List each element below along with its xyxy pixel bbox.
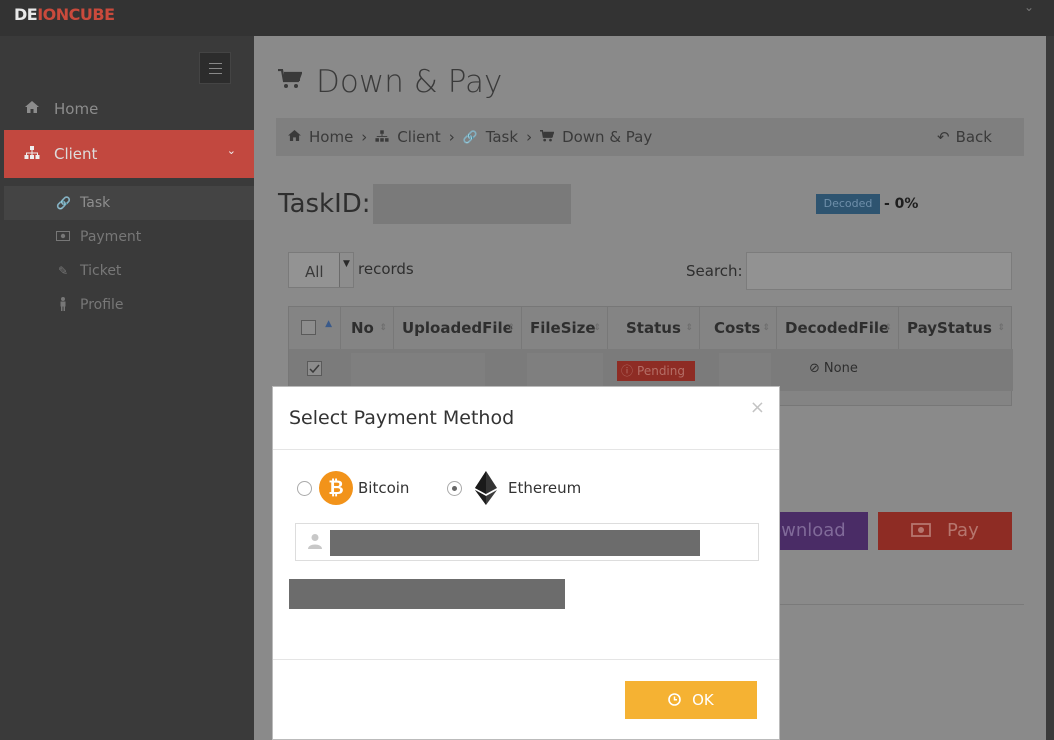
ethereum-label[interactable]: Ethereum — [508, 479, 581, 497]
dropdown-arrow-icon: ▼ — [339, 253, 353, 287]
filesize-cell-redacted — [527, 353, 603, 387]
status-badge: ⓘ Pending — [617, 361, 695, 381]
modal-footer-divider — [273, 659, 779, 660]
wallet-address-redacted — [330, 530, 700, 556]
home-icon — [288, 130, 301, 144]
sidebar-subitem-profile[interactable]: Profile — [4, 288, 254, 322]
user-icon — [308, 533, 322, 553]
sort-icon: ⇕ — [593, 323, 601, 333]
select-all-checkbox[interactable] — [301, 320, 316, 335]
sort-icon: ⇕ — [884, 323, 892, 333]
sidebar-subitem-label: Ticket — [80, 263, 122, 279]
ethereum-radio[interactable] — [447, 481, 462, 496]
link-icon: 🔗 — [56, 196, 71, 210]
table-header-costs[interactable]: Costs ⇕ — [700, 307, 777, 349]
sidebar-subitem-label: Profile — [80, 297, 124, 313]
task-id-label: TaskID: — [278, 189, 371, 219]
wallet-address-field[interactable] — [295, 523, 759, 561]
cart-icon — [540, 129, 555, 145]
payment-method-modal: Select Payment Method × ₿ Bitcoin Ethere… — [272, 386, 780, 740]
sort-icon: ⇕ — [997, 323, 1005, 333]
sidebar-item-home[interactable]: Home — [4, 88, 254, 130]
sidebar-subitem-payment[interactable]: Payment — [4, 220, 254, 254]
task-id-row: TaskID: — [278, 184, 571, 224]
table-header-decodedfile[interactable]: DecodedFile ⇕ — [777, 307, 899, 349]
money-icon — [911, 520, 937, 541]
page-title: Down & Pay — [278, 64, 502, 100]
task-id-value-redacted — [372, 184, 571, 224]
table-header-select[interactable]: ▲ — [289, 307, 341, 349]
costs-cell-redacted — [719, 353, 771, 387]
table-header-uploadedfile[interactable]: UploadedFile ⇕ — [394, 307, 522, 349]
sidebar-subitem-ticket[interactable]: ✎ Ticket — [4, 254, 254, 288]
sort-icon: ⇕ — [762, 323, 770, 333]
edit-icon: ✎ — [57, 264, 69, 278]
sidebar-subitem-label: Task — [80, 195, 111, 211]
table-header-paystatus[interactable]: PayStatus ⇕ — [899, 307, 1011, 349]
modal-title: Select Payment Method — [289, 407, 515, 429]
sidebar-item-label: Home — [54, 100, 99, 118]
chevron-down-icon[interactable]: ⌄ — [1024, 0, 1034, 14]
sort-asc-icon: ▲ — [325, 319, 332, 329]
sidebar-item-client[interactable]: Client ⌄ — [4, 130, 254, 178]
decodedfile-cell: ⊘ None — [809, 361, 858, 376]
cart-icon — [278, 68, 303, 95]
breadcrumb-separator: › — [448, 128, 455, 146]
ok-button[interactable]: OK — [625, 681, 757, 719]
sitemap-icon — [375, 129, 389, 145]
brand-logo[interactable]: DEIONCUBE — [14, 5, 115, 24]
reply-icon: ↶ — [937, 128, 950, 146]
sort-icon: ⇕ — [507, 323, 515, 333]
ethereum-icon — [475, 471, 497, 509]
decoded-percent: - 0% — [884, 196, 919, 212]
sidebar-item-label: Client — [54, 145, 98, 163]
records-label: records — [358, 260, 414, 278]
bitcoin-icon: ₿ — [319, 471, 353, 505]
table-row[interactable]: ⓘ Pending ⊘ None — [289, 349, 1013, 391]
back-link[interactable]: ↶ Back — [937, 128, 992, 146]
clock-icon — [668, 691, 686, 709]
search-input[interactable] — [746, 252, 1012, 290]
sidebar: Home Client ⌄ 🔗 Task Payment ✎ Ticket Pr… — [4, 36, 254, 740]
breadcrumb: Home › Client › 🔗 Task › Down & Pay ↶ Ba… — [276, 118, 1024, 156]
decoded-badge: Decoded — [816, 194, 880, 214]
breadcrumb-current: Down & Pay — [562, 128, 653, 146]
search-label: Search: — [686, 262, 743, 280]
row-checkbox[interactable] — [307, 361, 322, 376]
chevron-down-icon: ⌄ — [226, 144, 236, 157]
sort-icon: ⇕ — [685, 323, 693, 333]
uploadedfile-cell-redacted — [351, 353, 485, 387]
breadcrumb-separator: › — [526, 128, 533, 146]
person-icon — [56, 296, 70, 314]
modal-header-divider — [273, 449, 779, 450]
page-title-text: Down & Pay — [316, 64, 503, 100]
records-length-select[interactable]: All ▼ — [288, 252, 354, 288]
top-bar: DEIONCUBE ⌄ — [0, 0, 1054, 36]
breadcrumb-task[interactable]: Task — [486, 128, 518, 146]
table-header-status[interactable]: Status ⇕ — [608, 307, 700, 349]
alert-icon: ⓘ — [621, 364, 634, 378]
breadcrumb-client[interactable]: Client — [397, 128, 440, 146]
bitcoin-radio[interactable] — [297, 481, 312, 496]
menu-toggle-button[interactable] — [199, 52, 231, 84]
table-header-filesize[interactable]: FileSize ⇕ — [522, 307, 608, 349]
close-icon[interactable]: × — [750, 397, 765, 418]
payment-info-redacted — [289, 579, 565, 609]
breadcrumb-separator: › — [361, 128, 368, 146]
ban-icon: ⊘ — [809, 361, 820, 376]
home-icon — [24, 101, 40, 117]
breadcrumb-home[interactable]: Home — [309, 128, 353, 146]
bitcoin-label[interactable]: Bitcoin — [358, 479, 409, 497]
pay-button[interactable]: Pay — [878, 512, 1012, 550]
sidebar-subitem-label: Payment — [80, 229, 142, 245]
table-header-no[interactable]: No ⇕ — [341, 307, 394, 349]
link-icon: 🔗 — [462, 130, 478, 144]
money-icon — [56, 230, 70, 244]
sidebar-subitem-task[interactable]: 🔗 Task — [4, 186, 254, 220]
sort-icon: ⇕ — [379, 323, 387, 333]
sitemap-icon — [24, 145, 40, 163]
